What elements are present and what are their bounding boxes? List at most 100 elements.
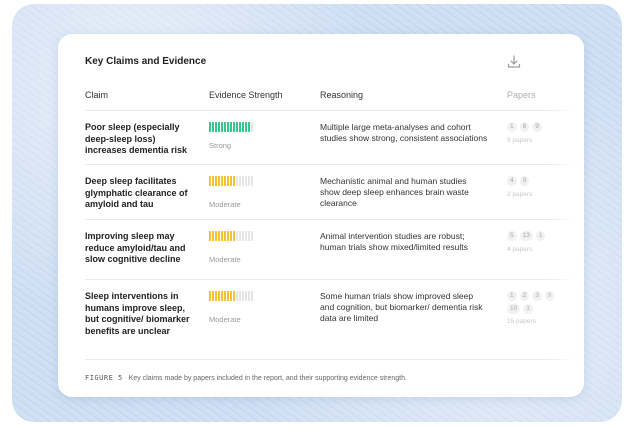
- meter-segment: [212, 176, 214, 186]
- right-fade-overlay: [544, 84, 584, 374]
- paper-count: 5 papers: [507, 137, 533, 144]
- meter-segment: [239, 231, 241, 241]
- card-title: Key Claims and Evidence: [85, 56, 207, 67]
- meter-segment: [230, 176, 232, 186]
- meter-segment: [233, 291, 235, 301]
- meter-segment: [239, 122, 241, 132]
- meter-segment: [212, 291, 214, 301]
- meter-segment: [230, 122, 232, 132]
- table-row: Poor sleep (especially deep-sleep loss) …: [85, 110, 584, 165]
- paper-reference-chip[interactable]: 9: [532, 122, 542, 132]
- meter-segment: [224, 176, 226, 186]
- meter-segment: [236, 231, 238, 241]
- meter-segment: [230, 291, 232, 301]
- column-header-reasoning: Reasoning: [320, 90, 364, 100]
- meter-segment: [245, 176, 247, 186]
- meter-segment: [248, 231, 250, 241]
- table-row: Deep sleep facilitates glymphatic cleara…: [85, 164, 584, 220]
- meter-segment: [245, 231, 247, 241]
- meter-segment: [233, 231, 235, 241]
- meter-segment: [242, 176, 244, 186]
- meter-segment: [242, 231, 244, 241]
- column-header-claim: Claim: [85, 90, 109, 100]
- evidence-strength-label: Strong: [209, 141, 232, 150]
- caption-text: Key claims made by papers included in th…: [128, 375, 407, 382]
- meter-segment: [218, 176, 220, 186]
- meter-segment: [224, 291, 226, 301]
- meter-segment: [236, 176, 238, 186]
- meter-segment: [248, 122, 250, 132]
- paper-reference-chip[interactable]: 2: [519, 291, 530, 301]
- download-icon[interactable]: [506, 54, 522, 70]
- reasoning-text: Animal intervention studies are robust; …: [320, 231, 468, 252]
- meter-segment: [224, 122, 226, 132]
- table-row: Sleep interventions in humans improve sl…: [85, 279, 584, 360]
- figure-caption: FIGURE 5 Key claims made by papers inclu…: [85, 374, 407, 382]
- claims-card: Key Claims and Evidence Claim Evidence S…: [58, 34, 584, 397]
- meter-segment: [221, 122, 223, 132]
- meter-segment: [209, 122, 211, 132]
- meter-segment: [245, 122, 247, 132]
- meter-segment: [251, 291, 253, 301]
- meter-segment: [236, 122, 238, 132]
- reasoning-text: Mechanistic animal and human studies sho…: [320, 176, 469, 208]
- meter-segment: [233, 176, 235, 186]
- evidence-strength-label: Moderate: [209, 200, 241, 209]
- evidence-strength-meter: [209, 231, 253, 241]
- evidence-strength-meter: [209, 291, 253, 301]
- meter-segment: [245, 291, 247, 301]
- paper-reference-chip[interactable]: 9: [519, 176, 530, 186]
- evidence-strength-meter: [209, 176, 253, 186]
- meter-segment: [233, 122, 235, 132]
- meter-segment: [218, 122, 220, 132]
- meter-segment: [215, 122, 217, 132]
- meter-segment: [215, 176, 217, 186]
- column-header-evidence-strength: Evidence Strength: [209, 90, 283, 100]
- paper-reference-chip[interactable]: 1: [507, 291, 517, 301]
- reasoning-text: Multiple large meta-analyses and cohort …: [320, 122, 488, 143]
- meter-segment: [230, 231, 232, 241]
- meter-segment: [212, 122, 214, 132]
- claim-text: Sleep interventions in humans improve sl…: [85, 291, 190, 336]
- claim-text: Deep sleep facilitates glymphatic cleara…: [85, 176, 188, 209]
- evidence-strength-meter: [209, 122, 253, 132]
- paper-count: 4 papers: [507, 246, 533, 253]
- meter-segment: [251, 231, 253, 241]
- evidence-strength-label: Moderate: [209, 255, 241, 264]
- meter-segment: [248, 176, 250, 186]
- paper-reference-chip[interactable]: 1: [523, 304, 533, 314]
- meter-segment: [239, 176, 241, 186]
- paper-reference-chip[interactable]: 8: [519, 122, 530, 132]
- reasoning-text: Some human trials show improved sleep an…: [320, 291, 483, 323]
- table-bottom-divider: [85, 359, 584, 360]
- paper-reference-chip[interactable]: 5: [507, 231, 517, 241]
- meter-segment: [221, 291, 223, 301]
- meter-segment: [224, 231, 226, 241]
- paper-reference-chip[interactable]: 4: [507, 176, 517, 186]
- meter-segment: [209, 231, 211, 241]
- meter-segment: [227, 122, 229, 132]
- paper-reference-chip[interactable]: 10: [507, 304, 521, 314]
- paper-reference-chip[interactable]: 3: [532, 291, 542, 301]
- meter-segment: [215, 291, 217, 301]
- meter-segment: [251, 122, 253, 132]
- meter-segment: [227, 291, 229, 301]
- claim-text: Poor sleep (especially deep-sleep loss) …: [85, 122, 188, 155]
- meter-segment: [221, 231, 223, 241]
- claim-text: Improving sleep may reduce amyloid/tau a…: [85, 231, 186, 264]
- paper-reference-chip[interactable]: 13: [519, 231, 533, 241]
- figure-label: FIGURE 5: [85, 374, 123, 382]
- column-header-papers: Papers: [507, 90, 536, 100]
- meter-segment: [248, 291, 250, 301]
- paper-count: 2 papers: [507, 191, 533, 198]
- meter-segment: [218, 231, 220, 241]
- meter-segment: [242, 122, 244, 132]
- meter-segment: [215, 231, 217, 241]
- meter-segment: [227, 176, 229, 186]
- meter-segment: [251, 176, 253, 186]
- meter-segment: [209, 291, 211, 301]
- meter-segment: [239, 291, 241, 301]
- meter-segment: [218, 291, 220, 301]
- meter-segment: [221, 176, 223, 186]
- paper-reference-chip[interactable]: 1: [507, 122, 517, 132]
